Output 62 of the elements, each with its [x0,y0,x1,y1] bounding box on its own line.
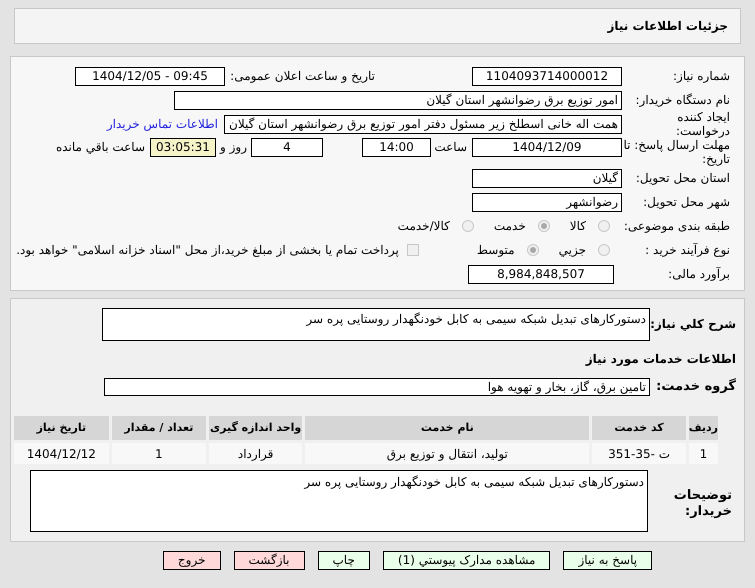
field-label: طبقه بندی موضوعی: [622,219,731,233]
table-cell: 1404/12/12 [12,442,110,466]
text-field[interactable]: گیلان [472,168,622,188]
text-field[interactable]: امور توزیع برق رضوانشهر استان گیلان [174,90,622,110]
radio-label: خدمت [494,218,526,235]
section-title: اطلاعات خدمات مورد نياز [584,351,737,368]
page-title: جزئیات اطلاعات نیاز [607,18,728,35]
radio-label: متوسط [476,242,515,259]
action-button[interactable]: چاپ [318,551,370,570]
text-field[interactable]: همت اله خانی اسطلخ زیر مسئول دفتر امور توزیع برق رضوانشهر استان گیلان [224,114,622,134]
table-cell: ت -35-351 [590,442,688,466]
contact-link[interactable]: اطلاعات تماس خریدار [106,115,218,133]
field-label: شماره نیاز: [672,69,731,83]
table-cell: قرارداد [207,442,304,466]
remaining-label: ساعت باقي مانده [56,139,145,156]
column-header: تعداد / مقدار [110,414,208,442]
table-cell: تولید، انتقال و توزیع برق [304,442,591,466]
column-header: واحد اندازه گیری [207,414,304,442]
text-field[interactable]: 03:05:31 [150,138,216,157]
text-field[interactable]: 1104093714000012 [472,66,622,86]
text-area[interactable]: دستورکارهای تبدیل شبکه سیمی به کابل خودنگهدار روستایی پره سر [30,470,648,532]
checkbox[interactable] [406,244,419,256]
field-label: گروه خدمت: [655,377,737,396]
field-label: تاریخ و ساعت اعلان عمومی: [229,68,375,85]
text-field[interactable]: 14:00 [362,138,431,157]
text-field[interactable]: تامین برق، گاز، بخار و تهویه هوا [104,378,650,396]
text-field[interactable]: 1404/12/09 [472,138,622,157]
column-header: ردیف [687,414,720,442]
radio-button[interactable] [462,220,474,232]
column-header: کد خدمت [590,414,688,442]
checkbox-label: پرداخت تمام یا بخشی از مبلغ خرید،از محل "اسناد خزانه اسلامی" خواهد بود. [16,242,399,259]
column-header: نام خدمت [304,414,591,442]
field-label: نوع فرآیند خرید : [644,243,731,257]
action-button[interactable]: پاسخ به نیاز [563,551,652,570]
text-field[interactable]: 8,984,848,507 [468,264,614,284]
action-button[interactable]: خروج [162,551,220,570]
field-label: برآورد مالی: [667,267,731,281]
field-label: ایجاد کننده درخواست: [675,110,731,138]
radio-button[interactable] [598,244,610,256]
days-label: روز و [220,139,247,156]
field-label: شهر محل تحویل: [642,195,731,209]
time-label: ساعت [433,139,467,156]
radio-label: جزیي [558,242,586,259]
column-header: تاریخ نیاز [12,414,110,442]
text-field[interactable]: 1404/12/05 - 09:45 [75,66,225,86]
table-cell: 1 [110,442,208,466]
radio-label: کالا/خدمت [398,218,450,235]
radio-button[interactable] [538,220,550,232]
field-label: شرح کلي نياز: [650,316,737,333]
table-cell: 1 [687,442,720,466]
text-field[interactable]: 4 [251,138,323,157]
action-button[interactable]: مشاهده مدارک پیوستي (1) [382,551,550,570]
radio-button[interactable] [598,220,610,232]
radio-label: کالا [570,218,586,235]
field-label: توضیحات خریدار: [672,487,733,520]
field-label: استان محل تحویل: [634,171,731,185]
text-field[interactable]: رضوانشهر [472,192,622,212]
action-button[interactable]: بازگشت [234,551,304,570]
radio-button[interactable] [526,244,539,256]
text-area[interactable]: دستورکارهای تبدیل شبکه سیمی به کابل خودنگهدار روستایی پره سر [102,308,650,341]
field-label: نام دستگاه خریدار: [634,93,731,107]
field-label: مهلت ارسال پاسخ: تا تاریخ: [622,138,731,166]
